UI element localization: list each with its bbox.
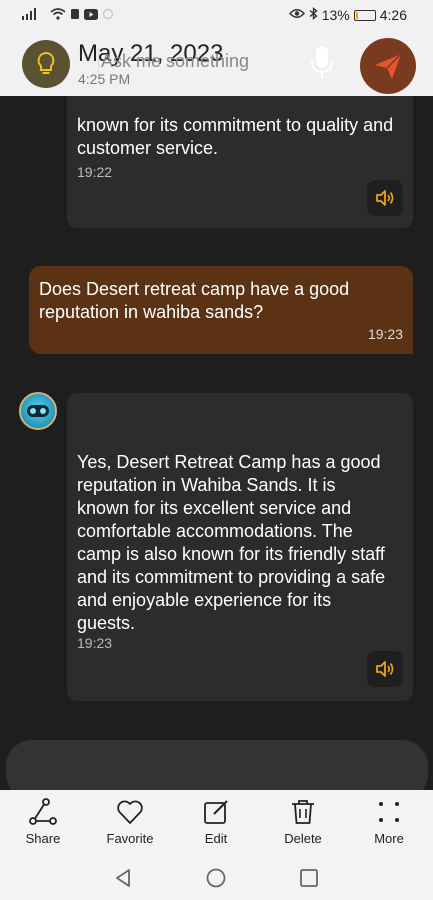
share-icon bbox=[29, 798, 57, 825]
ai-message-time: 19:23 bbox=[77, 635, 113, 651]
triangle-back-icon bbox=[116, 869, 130, 887]
microphone-icon bbox=[311, 46, 333, 78]
eye-icon bbox=[288, 8, 305, 22]
microphone-button[interactable] bbox=[310, 44, 334, 80]
ai-message: known for its commitment to quality and … bbox=[67, 96, 413, 228]
send-button[interactable] bbox=[360, 38, 416, 94]
more-label: More bbox=[374, 831, 404, 846]
battery-level-fill bbox=[355, 11, 359, 19]
ai-message-time: 19:22 bbox=[77, 164, 113, 180]
system-nav-bar bbox=[0, 850, 433, 900]
status-right: 13% 4:26 bbox=[288, 7, 407, 23]
nav-back-button[interactable] bbox=[114, 868, 134, 893]
more-button[interactable]: More bbox=[354, 798, 424, 846]
battery-percent: 13% bbox=[321, 7, 350, 23]
circle-home-icon bbox=[206, 868, 226, 888]
battery-icon bbox=[353, 9, 376, 21]
status-bar: 13% 4:26 bbox=[0, 0, 433, 30]
wifi-icon bbox=[50, 8, 66, 23]
avatar-eye bbox=[40, 408, 46, 414]
status-left-icons bbox=[22, 8, 114, 23]
chat-area[interactable]: known for its commitment to quality and … bbox=[0, 96, 433, 720]
suggestions-button[interactable] bbox=[22, 40, 70, 88]
sim-icon bbox=[70, 8, 80, 23]
square-recents-icon bbox=[300, 869, 318, 887]
avatar-face bbox=[27, 405, 49, 417]
favorite-label: Favorite bbox=[106, 831, 154, 846]
trash-icon bbox=[292, 800, 314, 824]
more-icon bbox=[379, 802, 399, 822]
user-message: Does Desert retreat camp have a good rep… bbox=[29, 266, 413, 354]
share-button[interactable]: Share bbox=[8, 798, 78, 846]
action-toolbar: Share Favorite Edit Delete More bbox=[0, 790, 433, 850]
ai-message: Yes, Desert Retreat Camp has a good repu… bbox=[67, 393, 413, 701]
bluetooth-icon bbox=[309, 7, 318, 23]
send-icon bbox=[375, 53, 402, 79]
edit-button[interactable]: Edit bbox=[181, 798, 251, 846]
speaker-button[interactable] bbox=[367, 651, 403, 687]
speaker-icon bbox=[376, 661, 394, 677]
speaker-button[interactable] bbox=[367, 180, 403, 216]
status-time: 4:26 bbox=[379, 7, 407, 23]
ai-message-text: Yes, Desert Retreat Camp has a good repu… bbox=[77, 452, 386, 633]
delete-label: Delete bbox=[284, 831, 322, 846]
delete-button[interactable]: Delete bbox=[268, 798, 338, 846]
youtube-icon bbox=[84, 8, 98, 23]
favorite-button[interactable]: Favorite bbox=[95, 798, 165, 846]
speaker-icon bbox=[376, 190, 394, 206]
bot-avatar bbox=[19, 392, 57, 430]
signal-icon bbox=[22, 8, 46, 23]
nav-recents-button[interactable] bbox=[299, 868, 319, 893]
message-input[interactable] bbox=[98, 48, 298, 74]
nav-home-button[interactable] bbox=[206, 868, 226, 893]
share-label: Share bbox=[25, 831, 61, 846]
input-bar bbox=[0, 720, 433, 800]
notification-dot-icon bbox=[102, 8, 114, 23]
heart-icon bbox=[117, 800, 143, 824]
user-message-time: 19:23 bbox=[367, 326, 403, 342]
ai-message-text: known for its commitment to quality and … bbox=[77, 115, 394, 158]
edit-icon bbox=[204, 800, 228, 824]
user-message-text: Does Desert retreat camp have a good rep… bbox=[39, 279, 350, 322]
edit-label: Edit bbox=[204, 831, 228, 846]
avatar-eye bbox=[30, 408, 36, 414]
lightbulb-icon bbox=[37, 51, 55, 74]
